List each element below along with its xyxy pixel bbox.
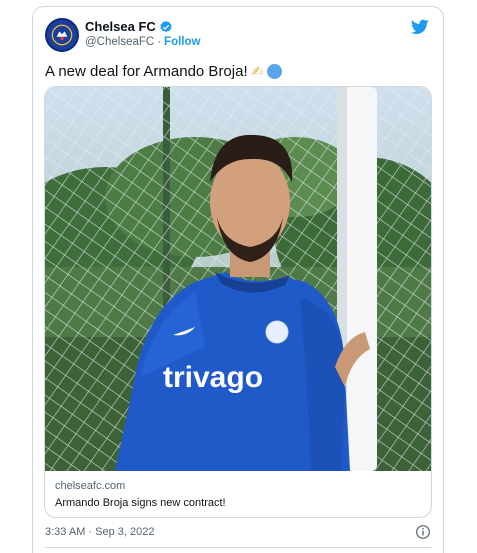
chelsea-crest-icon [48, 21, 76, 49]
verified-badge-icon [160, 20, 172, 32]
footer-divider [45, 547, 431, 548]
twitter-bird-icon[interactable] [411, 19, 429, 35]
tweet-timestamp[interactable]: 3:33 AM · Sep 3, 2022 [45, 526, 154, 538]
link-title: Armando Broja signs new contract! [55, 497, 226, 509]
link-preview-card[interactable]: trivago chelseafc.com Armando Broja sign… [44, 86, 432, 518]
player-photo: trivago [45, 87, 431, 471]
follow-button[interactable]: Follow [164, 36, 200, 48]
link-meta: chelseafc.com Armando Broja signs new co… [55, 480, 226, 509]
link-domain: chelseafc.com [55, 480, 126, 492]
account-name-row: Chelsea FC [85, 19, 173, 34]
tweet-embed-card: Chelsea FC @ChelseaFC · Follow A new dea… [32, 6, 444, 553]
tweet-text-row: A new deal for Armando Broja! ✍ [45, 63, 283, 80]
separator-dot: · [157, 36, 162, 48]
shirt-sponsor-text: trivago [163, 361, 263, 394]
account-handle[interactable]: @ChelseaFC [85, 36, 154, 48]
tweet-text: A new deal for Armando Broja! [45, 63, 248, 80]
info-circle-icon[interactable] [415, 524, 431, 540]
blue-circle-emoji-icon [267, 64, 283, 79]
handle-row: @ChelseaFC · Follow [85, 36, 200, 48]
writing-hand-emoji-icon: ✍ [251, 63, 264, 79]
chelsea-avatar[interactable] [45, 18, 79, 52]
display-name[interactable]: Chelsea FC [85, 19, 156, 34]
